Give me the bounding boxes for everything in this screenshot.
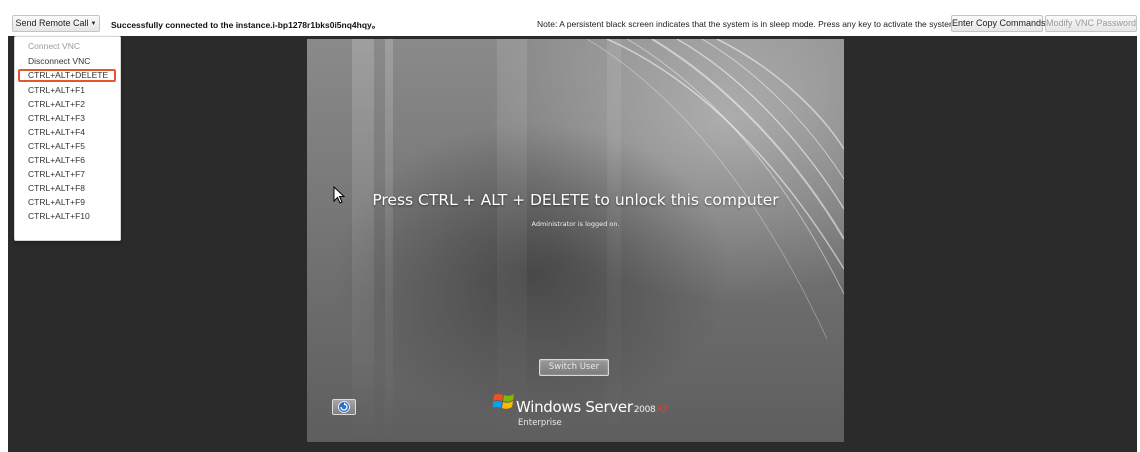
sleep-mode-note: Note: A persistent black screen indicate… bbox=[537, 19, 959, 29]
connection-status: Successfully connected to the instance.i… bbox=[111, 20, 381, 30]
brand-release: R2 bbox=[656, 405, 668, 415]
unlock-instruction: Press CTRL + ALT + DELETE to unlock this… bbox=[372, 191, 779, 209]
brand-text: Windows Server2008R2 bbox=[516, 398, 668, 416]
brand-version: 2008 bbox=[633, 405, 656, 415]
menu-item-ctrl-alt-f2[interactable]: CTRL+ALT+F2 bbox=[18, 98, 116, 111]
send-remote-call-button[interactable]: Send Remote Call ▼ bbox=[12, 15, 100, 32]
menu-item-ctrl-alt-f10[interactable]: CTRL+ALT+F10 bbox=[18, 210, 116, 223]
menu-item-disconnect-vnc[interactable]: Disconnect VNC bbox=[18, 55, 116, 68]
vnc-toolbar: Send Remote Call ▼ Successfully connected… bbox=[0, 0, 1140, 36]
windows-server-logo: Windows Server2008R2 Enterprise bbox=[493, 391, 683, 431]
brand-edition: Enterprise bbox=[518, 418, 562, 428]
menu-item-ctrl-alt-delete[interactable]: CTRL+ALT+DELETE bbox=[18, 69, 116, 82]
logged-on-user: Administrator is logged on. bbox=[531, 220, 620, 228]
menu-item-ctrl-alt-f5[interactable]: CTRL+ALT+F5 bbox=[18, 140, 116, 153]
menu-item-ctrl-alt-f9[interactable]: CTRL+ALT+F9 bbox=[18, 196, 116, 209]
menu-item-ctrl-alt-f8[interactable]: CTRL+ALT+F8 bbox=[18, 182, 116, 195]
windows-flag-icon bbox=[493, 394, 514, 409]
windows-lock-screen[interactable]: Press CTRL + ALT + DELETE to unlock this… bbox=[307, 39, 844, 442]
remote-call-menu: Connect VNC Disconnect VNC CTRL+ALT+DELE… bbox=[14, 36, 121, 241]
caret-down-icon: ▼ bbox=[90, 21, 97, 27]
menu-item-ctrl-alt-f7[interactable]: CTRL+ALT+F7 bbox=[18, 168, 116, 181]
menu-item-ctrl-alt-f6[interactable]: CTRL+ALT+F6 bbox=[18, 154, 116, 167]
modify-vnc-password-button[interactable]: Modify VNC Password bbox=[1045, 15, 1137, 32]
ease-of-access-icon bbox=[338, 401, 350, 413]
enter-copy-commands-button[interactable]: Enter Copy Commands bbox=[951, 15, 1046, 32]
ease-of-access-button[interactable] bbox=[332, 399, 356, 415]
menu-item-ctrl-alt-f4[interactable]: CTRL+ALT+F4 bbox=[18, 126, 116, 139]
menu-item-ctrl-alt-f1[interactable]: CTRL+ALT+F1 bbox=[18, 84, 116, 97]
menu-item-connect-vnc[interactable]: Connect VNC bbox=[18, 40, 116, 53]
send-remote-call-label: Send Remote Call bbox=[15, 18, 89, 28]
switch-user-button[interactable]: Switch User bbox=[539, 359, 609, 376]
menu-item-ctrl-alt-f3[interactable]: CTRL+ALT+F3 bbox=[18, 112, 116, 125]
brand-name: Windows Server bbox=[516, 398, 633, 416]
vnc-screen[interactable]: Press CTRL + ALT + DELETE to unlock this… bbox=[8, 36, 1137, 452]
wallpaper-streaks bbox=[352, 39, 844, 442]
